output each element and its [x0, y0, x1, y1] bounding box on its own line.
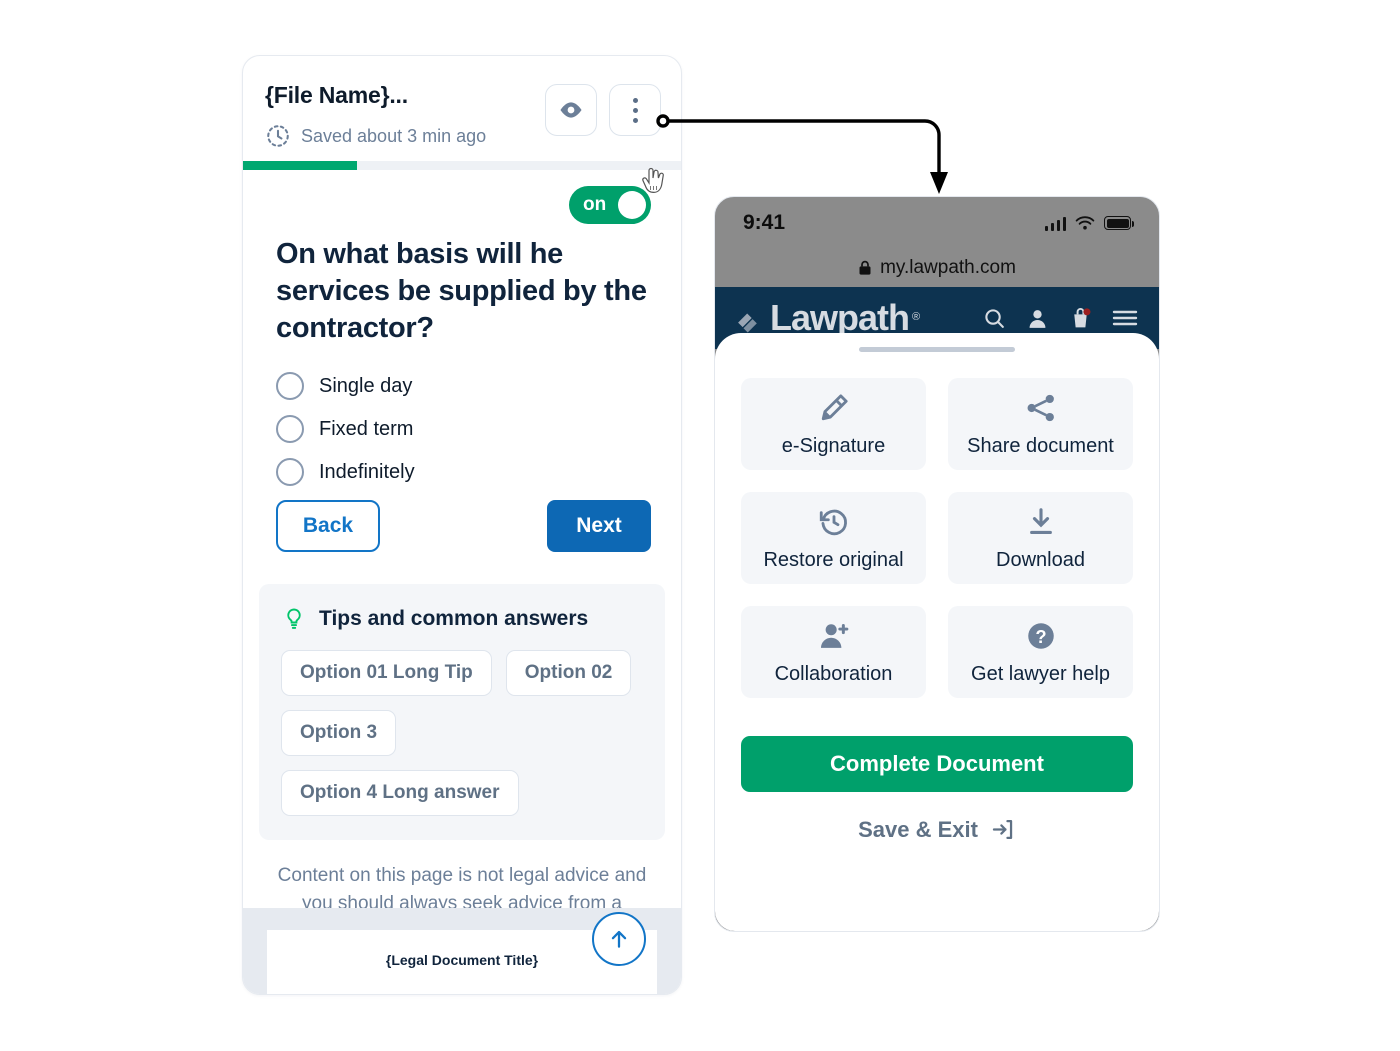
exit-arrow-icon — [992, 820, 1013, 839]
radio-option-label: Single day — [319, 374, 413, 397]
document-title: {Legal Document Title} — [385, 952, 539, 968]
action-bottom-sheet: e-Signature Share document Restore origi… — [715, 333, 1159, 931]
question-section: On what basis will he services be suppli… — [243, 224, 681, 553]
tile-download[interactable]: Download — [948, 492, 1133, 584]
share-icon — [1027, 394, 1054, 421]
tile-get-lawyer-help[interactable]: ? Get lawyer help — [948, 606, 1133, 698]
download-icon — [1029, 507, 1052, 534]
registered-trademark-icon: ® — [912, 311, 921, 323]
toggle-label: on — [583, 194, 607, 215]
tile-label: Restore original — [763, 548, 904, 571]
radio-option-indefinitely[interactable]: Indefinitely — [276, 458, 651, 487]
scroll-to-top-button[interactable] — [592, 912, 646, 966]
tile-label: e-Signature — [781, 434, 886, 457]
question-mark-circle-icon: ? — [1027, 622, 1054, 649]
radio-option-label: Indefinitely — [319, 460, 415, 483]
tips-chip-list: Option 01 Long Tip Option 02 Option 3 Op… — [281, 650, 643, 817]
arrow-up-icon — [611, 930, 627, 948]
nav-icon-group — [982, 305, 1139, 332]
radio-options-group: Single day Fixed term Indefinitely — [276, 372, 651, 487]
document-editor-card: {File Name}... Saved about 3 min ago on … — [242, 55, 682, 995]
action-tile-grid: e-Signature Share document Restore origi… — [741, 378, 1133, 698]
radio-circle-icon — [276, 415, 304, 444]
complete-document-button[interactable]: Complete Document — [741, 736, 1133, 792]
save-status-text: Saved about 3 min ago — [301, 125, 487, 146]
sheet-drag-handle[interactable] — [859, 347, 1015, 352]
clock-icon — [267, 125, 289, 147]
phone-url-bar[interactable]: my.lawpath.com — [715, 249, 1159, 287]
person-add-icon — [820, 623, 848, 648]
url-text: my.lawpath.com — [880, 257, 1016, 278]
radio-option-label: Fixed term — [319, 417, 414, 440]
search-icon[interactable] — [982, 306, 1007, 331]
tip-chip[interactable]: Option 4 Long answer — [281, 770, 519, 817]
tile-label: Get lawyer help — [971, 662, 1110, 685]
battery-full-icon — [1104, 216, 1134, 230]
tip-chip[interactable]: Option 02 — [505, 650, 632, 697]
tile-share-document[interactable]: Share document — [948, 378, 1133, 470]
tile-collaboration[interactable]: Collaboration — [741, 606, 926, 698]
save-exit-label: Save & Exit — [858, 816, 978, 842]
lock-icon — [859, 260, 871, 275]
screenshot-stage: {File Name}... Saved about 3 min ago on … — [0, 0, 1400, 1051]
progress-bar-track — [243, 161, 681, 170]
mobile-preview-phone: 9:41 my.lawpath.com Lawpath ® e-Signatur… — [714, 196, 1160, 932]
hamburger-menu-icon[interactable] — [1111, 307, 1139, 329]
back-button[interactable]: Back — [276, 500, 380, 553]
wifi-icon — [1075, 215, 1095, 229]
svg-text:?: ? — [1035, 626, 1046, 647]
phone-status-bar: 9:41 — [715, 197, 1159, 249]
status-time: 9:41 — [743, 211, 786, 234]
toggle-row: on — [243, 170, 681, 224]
tip-chip[interactable]: Option 3 — [281, 710, 397, 757]
signal-bars-icon — [1044, 216, 1066, 231]
tips-title: Tips and common answers — [319, 607, 589, 631]
next-button[interactable]: Next — [547, 500, 651, 553]
tips-panel: Tips and common answers Option 01 Long T… — [259, 584, 665, 841]
eye-icon — [560, 102, 582, 118]
three-dots-vertical-icon — [632, 97, 638, 123]
pencil-edit-icon — [821, 393, 848, 420]
preview-button[interactable] — [545, 84, 597, 136]
tile-label: Collaboration — [774, 662, 893, 685]
wizard-navigation: Back Next — [276, 500, 651, 553]
radio-option-fixed-term[interactable]: Fixed term — [276, 415, 651, 444]
cart-icon[interactable] — [1068, 305, 1093, 332]
account-icon[interactable] — [1025, 306, 1050, 331]
editor-header-buttons — [545, 84, 661, 136]
tile-restore-original[interactable]: Restore original — [741, 492, 926, 584]
hand-cursor-icon — [638, 163, 668, 197]
tile-e-signature[interactable]: e-Signature — [741, 378, 926, 470]
radio-circle-icon — [276, 372, 304, 401]
tips-header: Tips and common answers — [281, 606, 643, 632]
radio-circle-icon — [276, 458, 304, 487]
progress-bar-fill — [243, 161, 357, 170]
restore-history-icon — [819, 509, 847, 535]
more-options-button[interactable] — [609, 84, 661, 136]
lightbulb-icon — [287, 608, 301, 630]
status-icon-group — [1044, 215, 1134, 231]
tile-label: Download — [996, 548, 1085, 571]
tile-label: Share document — [967, 434, 1114, 457]
radio-option-single-day[interactable]: Single day — [276, 372, 651, 401]
question-text: On what basis will he services be suppli… — [276, 238, 647, 344]
editor-header: {File Name}... Saved about 3 min ago — [243, 56, 681, 161]
tip-chip[interactable]: Option 01 Long Tip — [281, 650, 492, 697]
connector-arrow — [656, 114, 948, 194]
save-and-exit-button[interactable]: Save & Exit — [741, 816, 1133, 843]
